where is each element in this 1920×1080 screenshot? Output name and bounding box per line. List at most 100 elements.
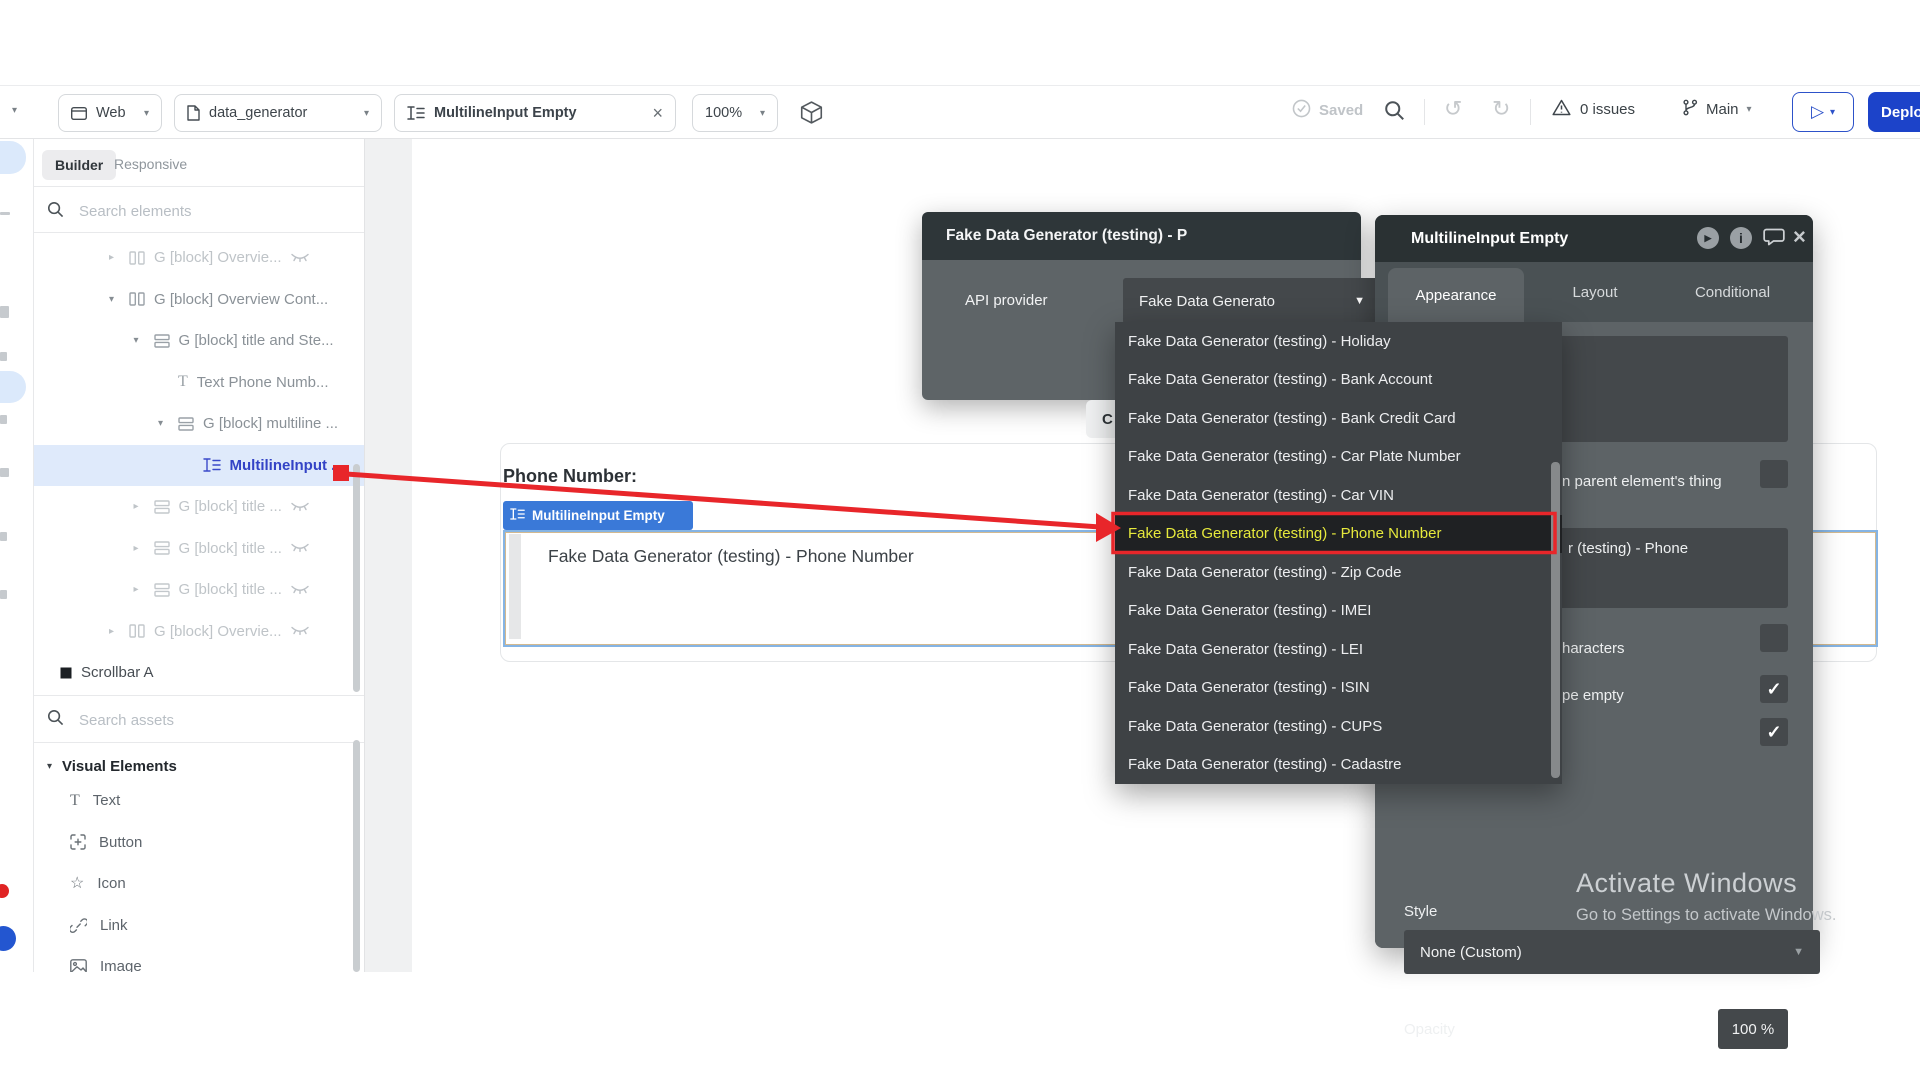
tab-conditional[interactable]: Conditional [1675,262,1790,322]
divider [1424,99,1425,125]
info-icon[interactable]: i [1730,227,1752,249]
tree-row[interactable]: ▾G [block] multiline ... [34,403,365,445]
dropdown-item[interactable]: Fake Data Generator (testing) - Bank Cre… [1115,399,1562,438]
branch-label: Main [1706,101,1739,118]
tree-row[interactable]: ▾G [block] title and Ste... [34,320,365,362]
caret-down-icon[interactable]: ▾ [134,335,154,346]
multiline-input-icon [407,106,425,120]
inspector-title: MultilineInput Empty [1411,230,1568,248]
tree-row-label: Scrollbar A [81,664,154,681]
tree-scrollbar[interactable] [353,464,360,692]
tree-row[interactable]: ▸G [block] title ... [34,528,365,570]
popup-title-bar[interactable]: Fake Data Generator (testing) - P [922,212,1361,260]
tab-appearance-label: Appearance [1416,287,1497,304]
hidden-option-checkbox[interactable] [1760,718,1788,746]
chevron-down-icon[interactable]: ▾ [12,105,17,116]
palette-item-icon[interactable]: ☆Icon [34,863,142,905]
environment-dropdown[interactable]: Web ▾ [58,94,162,132]
style-select[interactable]: None (Custom) ▼ [1404,930,1820,974]
preview-button[interactable]: ▷ ▾ [1792,92,1854,132]
divider [1375,993,1813,994]
chevron-down-icon: ▼ [1793,946,1804,958]
search-assets-input[interactable] [77,711,321,730]
tab-responsive[interactable]: Responsive [114,156,187,172]
search-elements-input[interactable] [77,202,321,221]
dropdown-item[interactable]: Fake Data Generator (testing) - IMEI [1115,592,1562,631]
play-circle-icon[interactable]: ▶ [1697,227,1719,249]
element-tab[interactable]: MultilineInput Empty × [394,94,676,132]
popup-partial-button-label: C [1102,411,1113,428]
search-assets[interactable] [34,698,365,742]
palette-item-text[interactable]: TText [34,780,142,822]
tree-row-label: G [block] Overview Cont... [154,291,328,308]
dropdown-item[interactable]: Fake Data Generator (testing) - Holiday [1115,322,1562,361]
help-bubble-icon[interactable] [0,926,16,951]
rail-active-item[interactable] [0,141,26,174]
tree-row[interactable]: ▸G [block] title ... [34,486,365,528]
issues-indicator[interactable]: 0 issues [1552,99,1635,120]
caret-down-icon[interactable]: ▾ [109,294,129,305]
visual-elements-label: Visual Elements [62,758,177,775]
tree-row[interactable]: ▸G [block] Overvie... [34,611,365,653]
branch-selector[interactable]: Main ▾ [1682,99,1752,120]
dropdown-item[interactable]: Fake Data Generator (testing) - Zip Code [1115,553,1562,592]
tab-appearance[interactable]: Appearance [1388,268,1524,322]
visual-elements-header[interactable]: ▾ Visual Elements [47,750,177,782]
browser-icon [71,107,87,120]
group-columns-icon [129,292,145,306]
caret-right-icon[interactable]: ▸ [134,543,154,554]
notification-dot [0,884,9,898]
close-icon[interactable]: × [1793,224,1806,250]
tree-row[interactable]: Scrollbar A [34,652,365,694]
tree-row[interactable]: TText Phone Numb... [34,362,365,404]
package-icon[interactable] [800,101,823,124]
tree-row[interactable]: MultilineInput . [34,445,365,487]
assets-scrollbar[interactable] [353,740,360,972]
parent-thing-checkbox[interactable] [1760,460,1788,488]
group-rows-icon [178,417,194,431]
tab-layout[interactable]: Layout [1545,262,1645,322]
dropdown-item[interactable]: Fake Data Generator (testing) - ISIN [1115,669,1562,708]
palette-item-link[interactable]: Link [34,905,142,947]
tree-row[interactable]: ▾ G [block] Overview Cont... [34,279,365,321]
dropdown-item[interactable]: Fake Data Generator (testing) - CUPS [1115,707,1562,746]
dropdown-scrollbar[interactable] [1551,462,1560,778]
caret-right-icon[interactable]: ▸ [134,584,154,595]
not-empty-checkbox[interactable] [1760,675,1788,703]
search-elements[interactable] [34,191,365,232]
tab-builder[interactable]: Builder [42,150,116,180]
chevron-down-icon: ▾ [144,108,149,119]
zoom-dropdown[interactable]: 100% ▾ [692,94,778,132]
palette-item-image[interactable]: Image [34,946,142,972]
dropdown-item[interactable]: Fake Data Generator (testing) - Car VIN [1115,476,1562,515]
inspector-title-bar[interactable]: MultilineInput Empty ▶ i × [1375,215,1813,262]
dropdown-item[interactable]: Fake Data Generator (testing) - Car Plat… [1115,438,1562,477]
dropdown-item[interactable]: Fake Data Generator (testing) - Bank Acc… [1115,361,1562,400]
undo-icon[interactable]: ↺ [1444,96,1462,122]
dropdown-item[interactable]: Fake Data Generator (testing) - Phone Nu… [1115,515,1562,554]
group-rows-icon [154,541,170,555]
close-icon[interactable]: × [652,103,663,124]
caret-right-icon[interactable]: ▸ [109,626,129,637]
api-provider-select[interactable]: Fake Data Generato ▼ [1123,278,1379,324]
redo-icon[interactable]: ↻ [1492,96,1510,122]
dropdown-item[interactable]: Fake Data Generator (testing) - Cadastre [1115,746,1562,785]
dropdown-item[interactable]: Fake Data Generator (testing) - LEI [1115,630,1562,669]
caret-down-icon[interactable]: ▾ [158,418,178,429]
page-dropdown[interactable]: data_generator ▾ [174,94,382,132]
caret-right-icon[interactable]: ▸ [134,501,154,512]
tree-row[interactable]: ▸G [block] title ... [34,569,365,611]
deploy-button[interactable]: Deploy [1868,92,1920,132]
caret-right-icon[interactable]: ▸ [109,252,129,263]
style-label: Style [1404,903,1437,920]
divider [34,695,365,696]
tree-row[interactable]: ▸G [block] Overvie... [34,237,365,279]
rail-active-item[interactable] [0,371,26,403]
limit-characters-checkbox[interactable] [1760,624,1788,652]
comment-icon[interactable] [1763,228,1785,251]
opacity-input[interactable]: 100 % [1718,1009,1788,1049]
search-icon[interactable] [1384,100,1405,126]
palette-item-label: Link [100,917,128,934]
element-tree-panel: Builder Responsive ▸G [block] Overvie...… [34,139,365,972]
palette-item-button[interactable]: Button [34,822,142,864]
